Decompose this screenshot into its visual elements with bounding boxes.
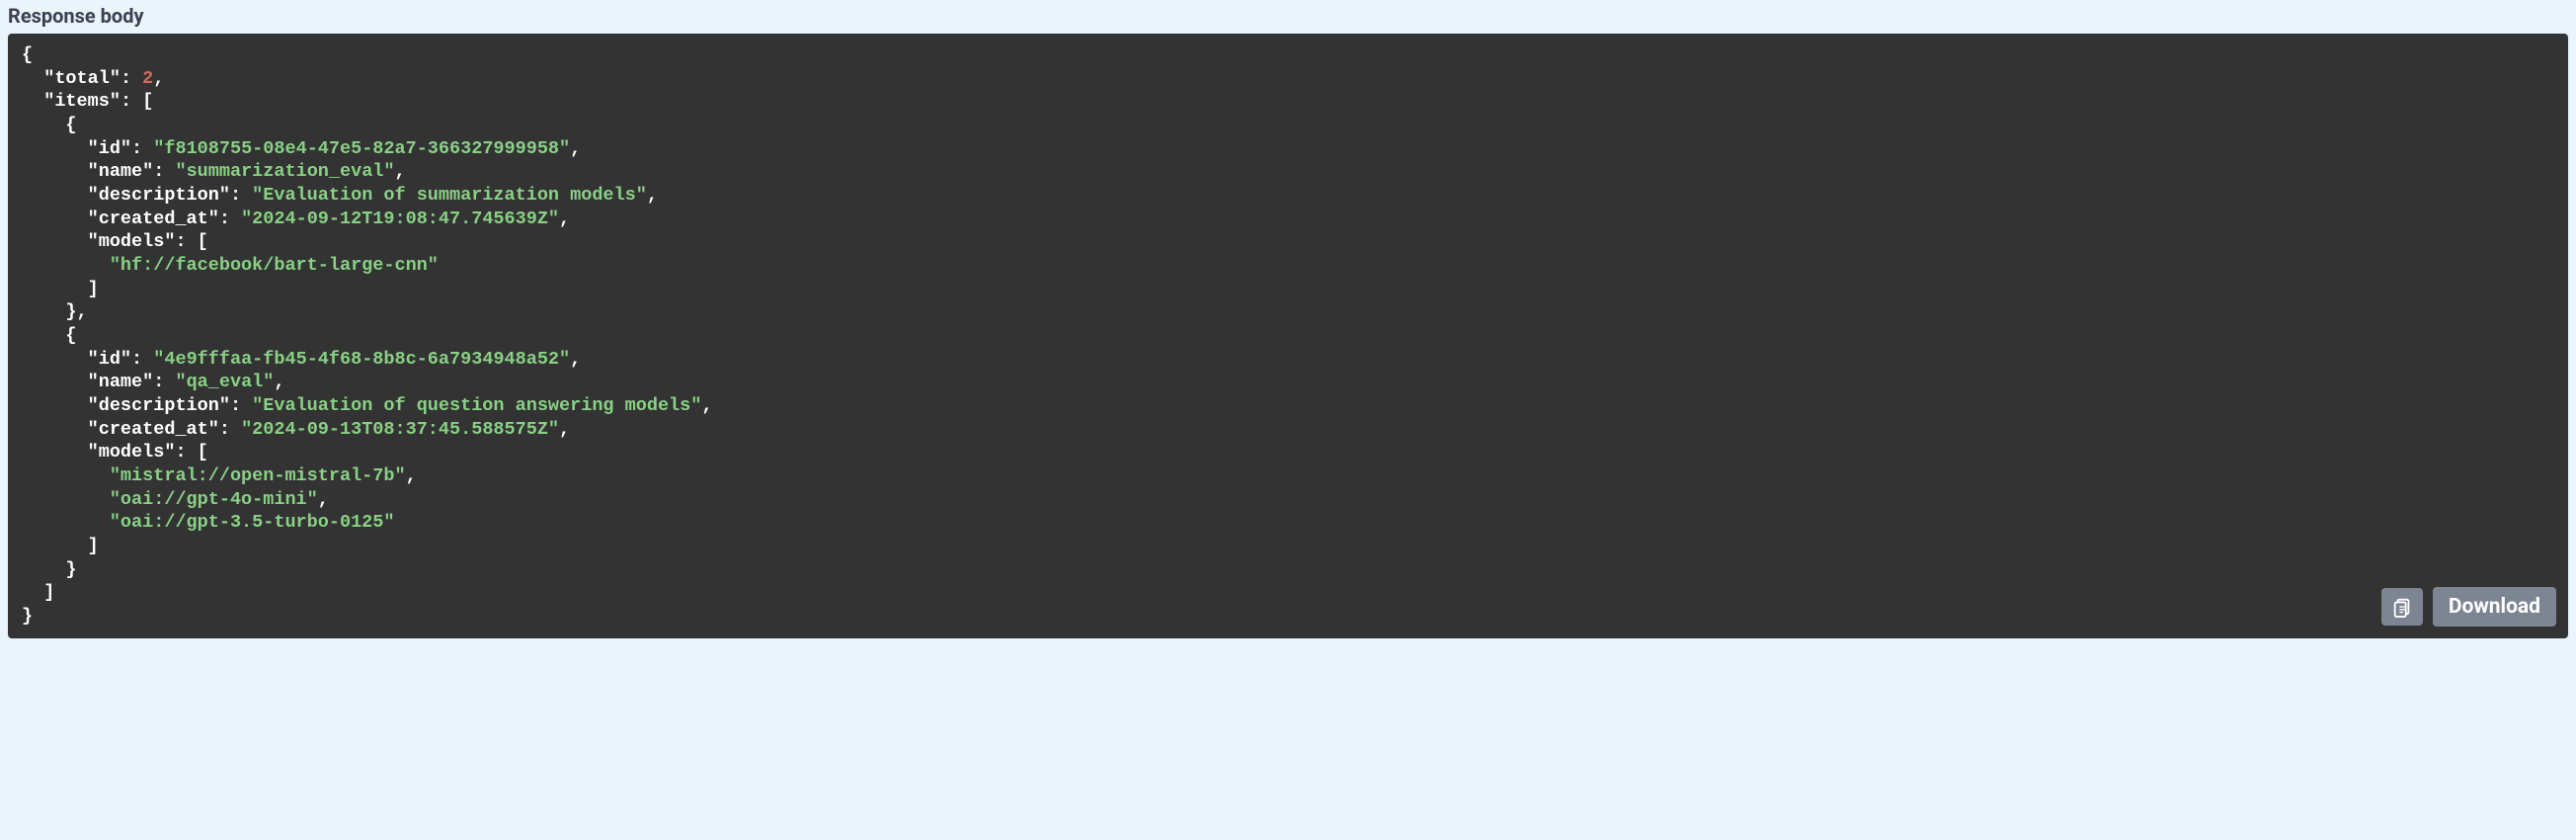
copy-button[interactable] bbox=[2381, 588, 2423, 626]
json-key-created-at: "created_at" bbox=[88, 209, 219, 229]
json-key-created-at: "created_at" bbox=[88, 419, 219, 440]
json-key-models: "models" bbox=[88, 231, 176, 252]
json-key-name: "name" bbox=[88, 372, 154, 392]
json-key-id: "id" bbox=[88, 138, 131, 159]
json-key-name: "name" bbox=[88, 161, 154, 182]
json-value-description-0: "Evaluation of summarization models" bbox=[252, 185, 647, 206]
brace-close: } bbox=[22, 606, 33, 627]
json-key-id: "id" bbox=[88, 349, 131, 370]
brace-open: { bbox=[22, 44, 33, 65]
json-value-model-0-0: "hf://facebook/bart-large-cnn" bbox=[110, 255, 439, 276]
json-value-description-1: "Evaluation of question answering models… bbox=[252, 395, 701, 416]
json-value-created-at-0: "2024-09-12T19:08:47.745639Z" bbox=[241, 209, 559, 229]
response-json-block[interactable]: { "total": 2, "items": [ { "id": "f81087… bbox=[8, 34, 2568, 638]
clipboard-icon bbox=[2391, 596, 2413, 618]
json-value-name-0: "summarization_eval" bbox=[175, 161, 394, 182]
response-body-title: Response body bbox=[8, 0, 2568, 34]
json-key-description: "description" bbox=[88, 185, 230, 206]
json-key-items: "items" bbox=[43, 91, 121, 112]
json-value-id-0: "f8108755-08e4-47e5-82a7-366327999958" bbox=[153, 138, 570, 159]
json-value-model-1-2: "oai://gpt-3.5-turbo-0125" bbox=[110, 512, 395, 533]
json-value-total: 2 bbox=[142, 68, 153, 89]
json-value-name-1: "qa_eval" bbox=[175, 372, 274, 392]
json-key-description: "description" bbox=[88, 395, 230, 416]
json-value-model-1-1: "oai://gpt-4o-mini" bbox=[110, 489, 318, 510]
json-value-created-at-1: "2024-09-13T08:37:45.588575Z" bbox=[241, 419, 559, 440]
json-key-models: "models" bbox=[88, 442, 176, 462]
download-button[interactable]: Download bbox=[2433, 587, 2556, 627]
json-value-model-1-0: "mistral://open-mistral-7b" bbox=[110, 465, 406, 486]
response-body-section: Response body { "total": 2, "items": [ {… bbox=[0, 0, 2576, 646]
json-value-id-1: "4e9fffaa-fb45-4f68-8b8c-6a7934948a52" bbox=[153, 349, 570, 370]
response-actions: Download bbox=[2381, 587, 2556, 627]
json-key-total: "total" bbox=[43, 68, 121, 89]
